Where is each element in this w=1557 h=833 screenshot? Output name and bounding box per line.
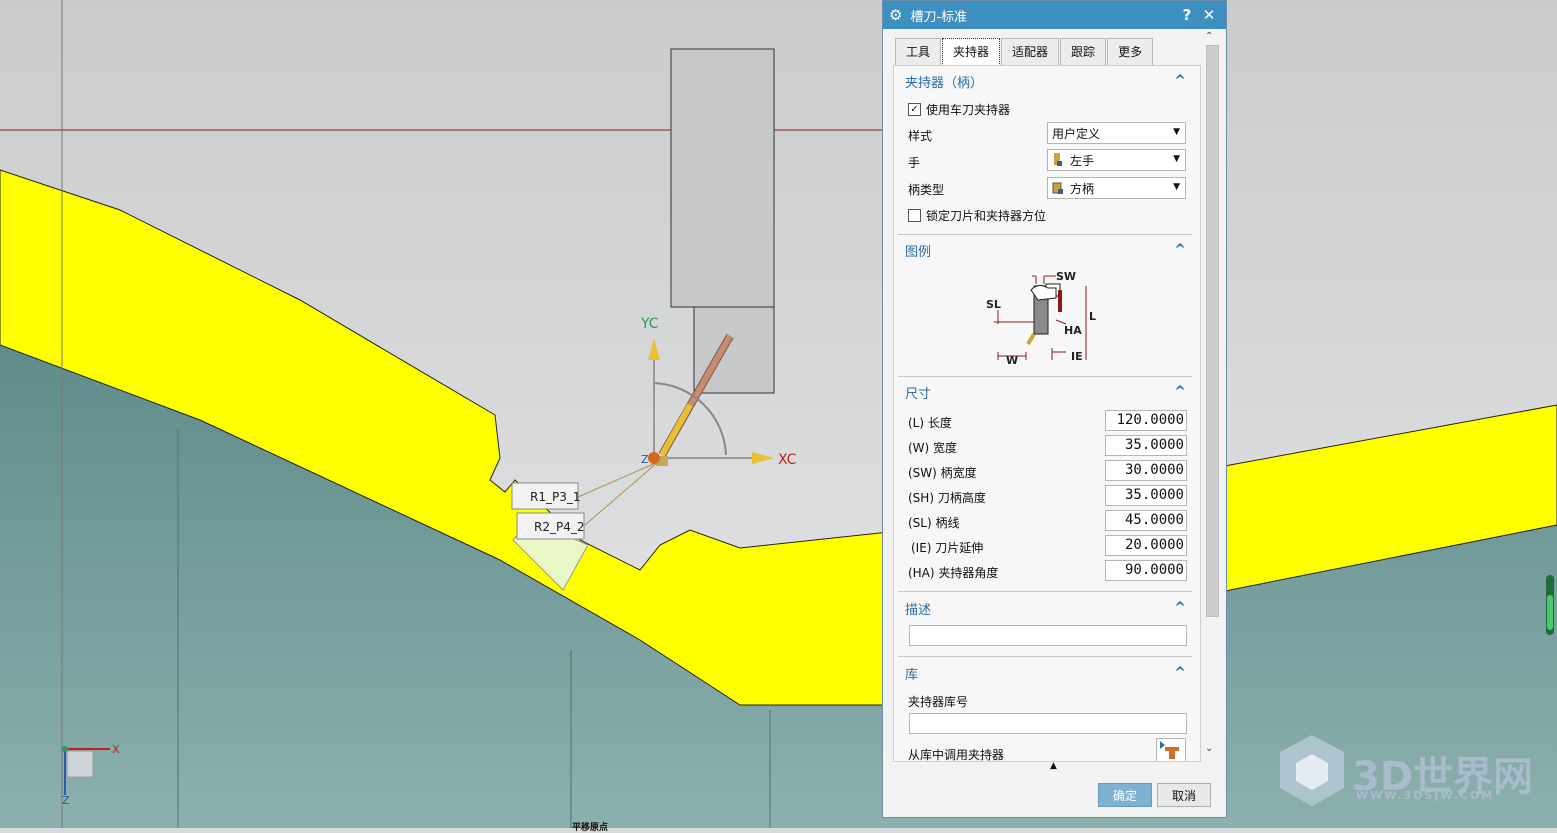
- description-section-header[interactable]: 描述 ^: [894, 596, 1196, 620]
- holder-section-header[interactable]: 夹持器（柄） ^: [894, 69, 1196, 93]
- shank-type-select[interactable]: 方柄 ▼: [1047, 177, 1186, 199]
- tab-tracking[interactable]: 跟踪: [1060, 38, 1107, 65]
- style-select[interactable]: 用户定义 ▼: [1047, 122, 1186, 144]
- cube-logo-icon: [1280, 735, 1344, 806]
- dim-label-l: (L) 长度: [908, 416, 952, 430]
- hand-value: 左手: [1070, 153, 1095, 168]
- shank-type-value: 方柄: [1070, 181, 1095, 196]
- holder-shank[interactable]: [670, 48, 775, 308]
- viewport-scroll-indicator[interactable]: [1546, 575, 1554, 635]
- dim-label-ie: (IE) 刀片延伸: [911, 541, 984, 555]
- shank-type-label: 柄类型: [908, 183, 945, 197]
- lock-orientation-label: 锁定刀片和夹持器方位: [926, 209, 1047, 223]
- help-button[interactable]: ?: [1176, 6, 1198, 24]
- dim-label-sl: (SL) 柄线: [908, 516, 960, 530]
- dim-input-sw[interactable]: 30.0000: [1105, 460, 1187, 481]
- dim-input-ha[interactable]: 90.0000: [1105, 560, 1187, 581]
- legend-sw: SW: [1056, 270, 1076, 283]
- dim-input-sl[interactable]: 45.0000: [1105, 510, 1187, 531]
- use-holder-checkbox[interactable]: ✓: [908, 103, 921, 116]
- holder-legend-diagram: SW SL L HA W IE: [986, 270, 1096, 364]
- library-browse-button[interactable]: [1156, 738, 1186, 761]
- style-value: 用户定义: [1052, 126, 1101, 141]
- dim-label-sw: (SW) 柄宽度: [908, 466, 977, 480]
- tab-tool[interactable]: 工具: [895, 38, 942, 65]
- tag-r1-label: R1_P3_1: [530, 490, 580, 504]
- square-shank-icon: [1052, 181, 1064, 195]
- chevron-down-icon: ▼: [1173, 182, 1180, 192]
- ok-button[interactable]: 确定: [1098, 783, 1152, 807]
- triad-x-label: X: [112, 743, 120, 756]
- collapse-icon[interactable]: ^: [1174, 600, 1186, 616]
- tab-more[interactable]: 更多: [1107, 38, 1154, 65]
- legend-section-title: 图例: [905, 244, 932, 260]
- lib-number-label: 夹持器库号: [908, 695, 969, 709]
- tag-r2-p4-2[interactable]: R2_P4_2: [516, 512, 585, 540]
- scroll-thumb[interactable]: [1206, 45, 1219, 617]
- hand-select[interactable]: 左手 ▼: [1047, 149, 1186, 171]
- dialog-content: 夹持器（柄） ^ ✓ 使用车刀夹持器 样式 用户定义 ▼ 手 左手 ▼ 柄类型 …: [893, 65, 1201, 762]
- call-from-lib-label: 从库中调用夹持器: [908, 748, 1005, 762]
- tab-adapter[interactable]: 适配器: [1001, 38, 1060, 65]
- legend-ie: IE: [1071, 350, 1083, 363]
- legend-sl: SL: [986, 298, 1001, 311]
- dimensions-section-title: 尺寸: [905, 386, 932, 402]
- dim-label-ha: (HA) 夹持器角度: [908, 566, 999, 580]
- cancel-button[interactable]: 取消: [1157, 783, 1211, 807]
- dim-input-w[interactable]: 35.0000: [1105, 435, 1187, 456]
- left-hand-icon: [1052, 153, 1064, 167]
- status-text: 平移原点: [572, 823, 609, 833]
- axis-zc-label: Z: [641, 453, 649, 466]
- expand-more-icon[interactable]: ▲: [1050, 761, 1057, 771]
- legend-w: W: [1006, 354, 1018, 364]
- dim-label-sh: (SH) 刀柄高度: [908, 491, 986, 505]
- close-button[interactable]: ✕: [1198, 6, 1220, 24]
- collapse-icon[interactable]: ^: [1174, 242, 1186, 258]
- chevron-down-icon: ▼: [1173, 154, 1180, 164]
- legend-section-header[interactable]: 图例 ^: [894, 238, 1196, 262]
- collapse-icon[interactable]: ^: [1174, 665, 1186, 681]
- dialog-titlebar[interactable]: ⚙ 槽刀-标准 ? ✕: [883, 1, 1226, 29]
- style-label: 样式: [908, 129, 933, 143]
- description-input[interactable]: [909, 625, 1187, 646]
- tab-holder[interactable]: 夹持器: [942, 38, 1001, 66]
- library-icon: [1160, 741, 1179, 759]
- legend-l: L: [1089, 310, 1096, 323]
- hand-label: 手: [908, 156, 921, 170]
- description-section-title: 描述: [905, 602, 932, 618]
- tag-r1-p3-1[interactable]: R1_P3_1: [511, 482, 580, 510]
- dimensions-section-header[interactable]: 尺寸 ^: [894, 380, 1196, 404]
- chevron-down-icon: ▼: [1173, 127, 1180, 137]
- axis-xc-label: XC: [778, 452, 797, 468]
- dim-input-l[interactable]: 120.0000: [1105, 410, 1187, 431]
- tag-r2-label: R2_P4_2: [534, 520, 584, 534]
- axis-yc-label: YC: [640, 316, 659, 332]
- collapse-icon[interactable]: ^: [1174, 73, 1186, 89]
- legend-ha: HA: [1064, 324, 1082, 337]
- library-section-title: 库: [905, 667, 919, 683]
- dialog-title: 槽刀-标准: [910, 9, 968, 25]
- scroll-down-icon[interactable]: ⌄: [1205, 743, 1213, 754]
- holder-section-title: 夹持器（柄）: [905, 75, 984, 91]
- watermark-url: WWW.3DSJW.COM: [1356, 789, 1495, 802]
- dialog-scrollbar[interactable]: ⌃ ⌄: [1203, 31, 1219, 761]
- use-holder-label: 使用车刀夹持器: [926, 103, 1011, 117]
- collapse-icon[interactable]: ^: [1174, 384, 1186, 400]
- dim-input-sh[interactable]: 35.0000: [1105, 485, 1187, 506]
- library-section-header[interactable]: 库 ^: [894, 661, 1196, 685]
- cad-scene[interactable]: YC XC Z R1_P3_1 R2_P4_2 X Z: [0, 0, 1557, 828]
- holder-dialog: ⚙ 槽刀-标准 ? ✕ 工具 夹持器 适配器 跟踪 更多 夹持器（柄） ^ ✓ …: [882, 0, 1227, 818]
- lib-number-input[interactable]: [909, 713, 1187, 734]
- site-watermark: 3D世界网 WWW.3DSJW.COM: [1272, 730, 1542, 820]
- tab-bar: 工具 夹持器 适配器 跟踪 更多: [895, 38, 1154, 66]
- scroll-up-icon[interactable]: ⌃: [1205, 31, 1213, 42]
- lock-orientation-checkbox[interactable]: [908, 209, 921, 222]
- triad-z-label: Z: [62, 794, 70, 807]
- dim-input-ie[interactable]: 20.0000: [1105, 535, 1187, 556]
- dim-label-w: (W) 宽度: [908, 441, 958, 455]
- graphics-viewport[interactable]: YC XC Z R1_P3_1 R2_P4_2 X Z: [0, 0, 1557, 828]
- gear-icon[interactable]: ⚙: [889, 6, 902, 24]
